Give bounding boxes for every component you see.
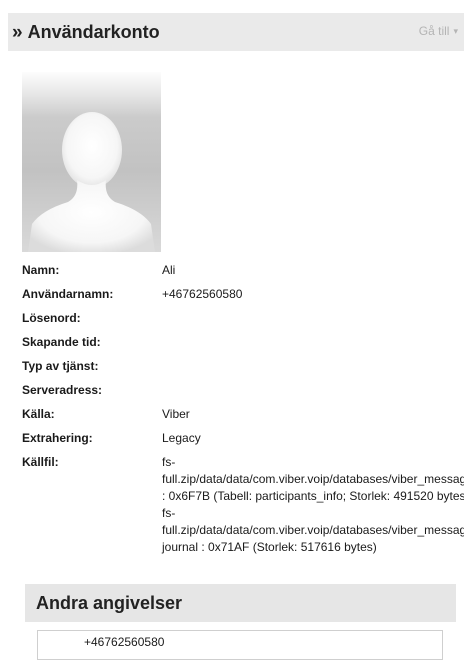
field-value bbox=[162, 358, 462, 382]
goto-label: Gå till bbox=[418, 24, 450, 38]
field-value-text: Legacy bbox=[162, 431, 201, 445]
field-label: Lösenord: bbox=[22, 311, 81, 325]
chevron-down-icon: ▾ bbox=[453, 25, 458, 36]
section-header-other: Andra angivelser bbox=[25, 584, 456, 622]
field-row-name: Namn: Ali bbox=[22, 262, 462, 286]
field-row-password: Lösenord: bbox=[22, 310, 462, 334]
avatar bbox=[22, 72, 161, 252]
field-value bbox=[162, 382, 462, 406]
field-row-server-address: Serveradress: bbox=[22, 382, 462, 406]
field-row-created: Skapande tid: bbox=[22, 334, 462, 358]
field-row-service-type: Typ av tjänst: bbox=[22, 358, 462, 382]
account-details: Namn: Ali Användarnamn: +46762560580 Lös… bbox=[22, 262, 464, 556]
field-value bbox=[162, 310, 462, 334]
field-label: Användarnamn: bbox=[22, 287, 114, 301]
source-file-link[interactable]: fs-full.zip/data/data/com.viber.voip/dat… bbox=[162, 505, 464, 556]
field-label: Skapande tid: bbox=[22, 335, 101, 349]
field-value bbox=[162, 334, 462, 358]
field-row-source-file: Källfil: fs-full.zip/data/data/com.viber… bbox=[22, 454, 464, 556]
field-row-extraction: Extrahering: Legacy bbox=[22, 430, 462, 454]
field-label: Namn: bbox=[22, 263, 60, 277]
identifier-list: +46762560580 bbox=[37, 630, 443, 660]
field-label: Källa: bbox=[22, 407, 55, 421]
field-label: Extrahering: bbox=[22, 431, 93, 445]
goto-dropdown[interactable]: Gå till ▾ bbox=[419, 24, 458, 38]
field-label: Serveradress: bbox=[22, 383, 103, 397]
field-value: Viber bbox=[162, 406, 462, 430]
field-value-text: Viber bbox=[162, 407, 190, 421]
field-row-source: Källa: Viber bbox=[22, 406, 462, 430]
source-file-link[interactable]: fs-full.zip/data/data/com.viber.voip/dat… bbox=[162, 454, 464, 505]
page-header: » Användarkonto Gå till ▾ bbox=[8, 13, 464, 51]
field-value: Ali bbox=[162, 262, 462, 286]
identifier-item[interactable]: +46762560580 bbox=[84, 635, 164, 649]
field-value: +46762560580 bbox=[162, 286, 462, 310]
section-title: Andra angivelser bbox=[36, 592, 183, 613]
field-label: Typ av tjänst: bbox=[22, 359, 99, 373]
page-title: Användarkonto bbox=[27, 21, 160, 42]
field-row-username: Användarnamn: +46762560580 bbox=[22, 286, 462, 310]
field-label: Källfil: bbox=[22, 455, 59, 469]
field-value: Legacy bbox=[162, 430, 462, 454]
user-silhouette-icon bbox=[22, 72, 161, 252]
expand-chevron-icon[interactable]: » bbox=[12, 23, 23, 42]
field-value-text: +46762560580 bbox=[162, 287, 243, 301]
field-value: fs-full.zip/data/data/com.viber.voip/dat… bbox=[162, 454, 464, 556]
field-value-text: Ali bbox=[162, 263, 176, 277]
